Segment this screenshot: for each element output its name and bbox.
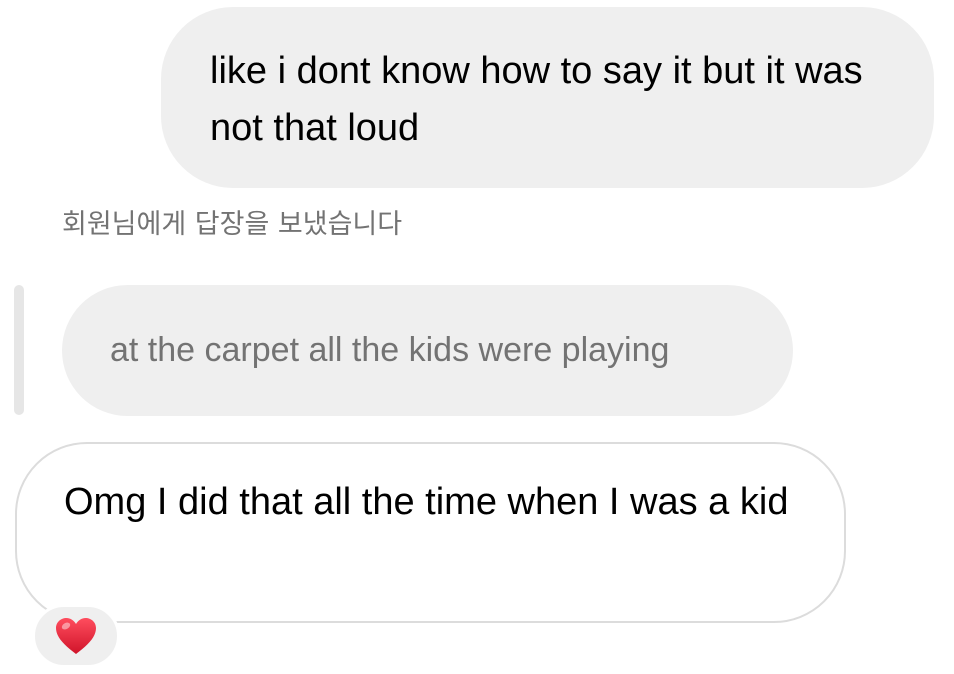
quoted-message-bubble[interactable]: at the carpet all the kids were playing (62, 285, 793, 416)
reply-caption: 회원님에게 답장을 보냈습니다 (62, 209, 403, 240)
received-message-bubble[interactable]: Omg I did that all the time when I was a… (15, 442, 846, 623)
message-thread: like i dont know how to say it but it wa… (0, 0, 954, 674)
heart-icon (56, 618, 96, 654)
reaction-badge[interactable] (32, 604, 120, 668)
sent-message-bubble[interactable]: like i dont know how to say it but it wa… (161, 7, 934, 188)
reply-indicator-bar (14, 285, 24, 415)
